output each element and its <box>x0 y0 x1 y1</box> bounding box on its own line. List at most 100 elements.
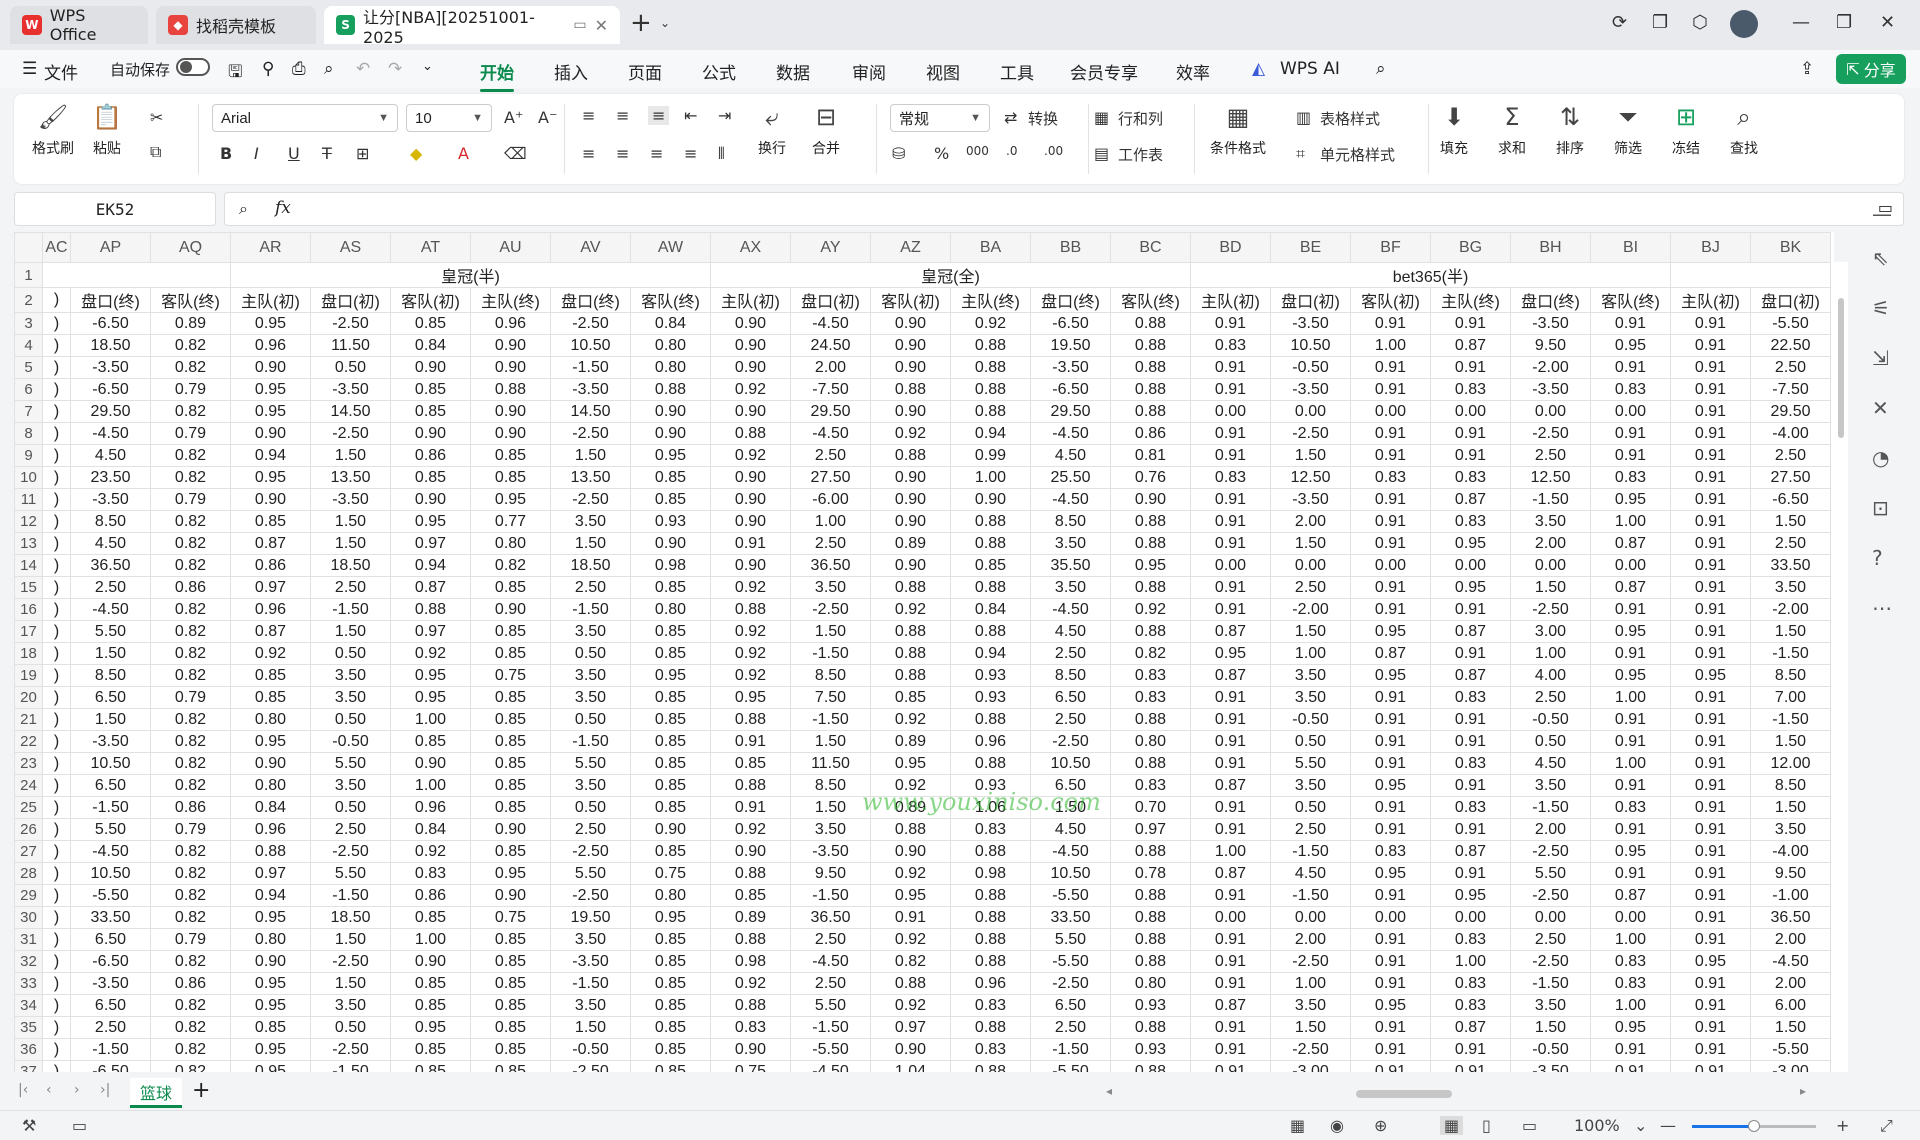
cell[interactable]: 0.80 <box>470 532 551 555</box>
cell[interactable]: 0.91 <box>1190 708 1271 731</box>
cell[interactable]: 2.50 <box>790 444 871 467</box>
cell[interactable]: 0.89 <box>150 312 231 335</box>
cell[interactable]: -2.50 <box>550 488 631 511</box>
cell[interactable]: 6.50 <box>70 774 151 797</box>
cell[interactable]: 0.88 <box>1110 620 1191 643</box>
cell[interactable]: 1.50 <box>1750 730 1831 753</box>
cell[interactable]: -3.50 <box>70 356 151 379</box>
column-header[interactable]: AU <box>470 232 551 263</box>
cell[interactable]: 3.50 <box>1270 774 1351 797</box>
cell[interactable]: 0.91 <box>1670 862 1751 885</box>
cell[interactable]: 0.88 <box>390 598 471 621</box>
cell[interactable]: 0.95 <box>230 400 311 423</box>
cell[interactable]: -1.50 <box>1270 884 1351 907</box>
cell[interactable]: 0.91 <box>1670 840 1751 863</box>
cell[interactable]: -4.00 <box>1750 422 1831 445</box>
cell[interactable]: 0.91 <box>1350 422 1431 445</box>
row-header[interactable]: 4 <box>14 334 43 357</box>
cell[interactable]: 0.84 <box>390 334 471 357</box>
cell[interactable]: 0.95 <box>1350 862 1431 885</box>
cell[interactable]: -3.50 <box>310 378 391 401</box>
row-header[interactable]: 34 <box>14 994 43 1017</box>
cell[interactable]: 0.91 <box>1190 532 1271 555</box>
cell[interactable]: -4.50 <box>70 598 151 621</box>
cell[interactable]: 0.96 <box>230 334 311 357</box>
cell[interactable]: 0.91 <box>1350 378 1431 401</box>
column-header[interactable]: AV <box>550 232 631 263</box>
cell[interactable]: -2.50 <box>550 422 631 445</box>
cell[interactable]: 0.88 <box>1110 334 1191 357</box>
cell[interactable]: 0.85 <box>470 642 551 665</box>
cell[interactable]: 0.91 <box>1350 356 1431 379</box>
cell[interactable]: ) <box>42 1060 71 1072</box>
cell[interactable]: -2.00 <box>1510 356 1591 379</box>
cell[interactable]: ) <box>42 312 71 335</box>
cell[interactable]: 5.50 <box>790 994 871 1017</box>
cell[interactable]: 7.50 <box>790 686 871 709</box>
group-header-cell[interactable]: 皇冠(全) <box>710 262 1191 288</box>
cell[interactable]: 0.88 <box>950 1016 1031 1039</box>
cell[interactable]: 1.00 <box>1590 752 1671 775</box>
cell[interactable]: 3.50 <box>1510 994 1591 1017</box>
cell[interactable]: 0.82 <box>150 708 231 731</box>
cell[interactable]: 1.50 <box>550 444 631 467</box>
row-header[interactable]: 13 <box>14 532 43 555</box>
cell[interactable]: 2.00 <box>1270 928 1351 951</box>
cell[interactable]: 0.91 <box>1670 532 1751 555</box>
cell[interactable]: 0.88 <box>710 928 791 951</box>
cell[interactable]: 0.89 <box>710 906 791 929</box>
cell[interactable]: ) <box>42 1038 71 1061</box>
decrease-font-icon[interactable]: A⁻ <box>538 108 557 127</box>
row-header[interactable]: 12 <box>14 510 43 533</box>
cell[interactable]: 0.85 <box>630 576 711 599</box>
cell[interactable]: 0.91 <box>1190 576 1271 599</box>
cell[interactable]: 0.88 <box>870 378 951 401</box>
cell[interactable]: 18.50 <box>550 554 631 577</box>
cell[interactable]: 19.50 <box>550 906 631 929</box>
cell[interactable]: 0.76 <box>1110 466 1191 489</box>
worksheet-icon[interactable]: ▤ <box>1094 144 1109 163</box>
cell[interactable]: 0.98 <box>630 554 711 577</box>
cell[interactable]: -1.50 <box>310 884 391 907</box>
search-icon[interactable]: ⌕ <box>1376 59 1386 79</box>
cell[interactable]: -3.50 <box>1510 312 1591 335</box>
cell[interactable]: 1.04 <box>870 1060 951 1072</box>
cell[interactable]: 2.50 <box>550 576 631 599</box>
cell[interactable]: 0.92 <box>710 576 791 599</box>
cell[interactable]: 0.95 <box>230 1060 311 1072</box>
cell[interactable]: 0.00 <box>1430 554 1511 577</box>
cell[interactable]: -2.50 <box>1270 950 1351 973</box>
cell[interactable]: 0.91 <box>1670 510 1751 533</box>
cell[interactable]: 6.50 <box>70 928 151 951</box>
percent-icon[interactable]: % <box>934 144 949 163</box>
cell[interactable]: 1.00 <box>790 510 871 533</box>
cell[interactable]: 10.50 <box>70 752 151 775</box>
cell[interactable]: -1.50 <box>1030 1038 1111 1061</box>
cell[interactable]: 0.91 <box>1350 730 1431 753</box>
convert-button[interactable]: 转换 <box>1028 108 1058 129</box>
sum-button[interactable]: Σ 求和 <box>1498 102 1526 158</box>
cell[interactable]: 0.85 <box>390 730 471 753</box>
cell[interactable]: 1.50 <box>1270 444 1351 467</box>
cell[interactable]: 0.83 <box>1430 928 1511 951</box>
cell[interactable]: 3.50 <box>790 576 871 599</box>
cell[interactable]: 1.50 <box>1510 1016 1591 1039</box>
cell[interactable]: 33.50 <box>70 906 151 929</box>
column-header[interactable]: AW <box>630 232 711 263</box>
cell[interactable]: -2.50 <box>1510 422 1591 445</box>
column-header[interactable]: BJ <box>1670 232 1751 263</box>
cell[interactable]: ) <box>42 620 71 643</box>
cell[interactable]: 2.00 <box>1510 818 1591 841</box>
sub-header-cell[interactable]: 客队(初) <box>1350 287 1431 313</box>
cond-format-button[interactable]: ▦ 条件格式 <box>1210 102 1266 158</box>
cell[interactable]: -3.50 <box>1270 378 1351 401</box>
cell[interactable]: 0.82 <box>150 884 231 907</box>
cell[interactable]: 0.91 <box>1590 708 1671 731</box>
cell[interactable]: 0.91 <box>1670 642 1751 665</box>
sub-header-cell[interactable]: 盘口(初) <box>790 287 871 313</box>
cell[interactable]: ) <box>42 708 71 731</box>
convert-icon[interactable]: ⇄ <box>1004 108 1017 127</box>
cell[interactable]: 0.87 <box>390 576 471 599</box>
cell[interactable]: ) <box>42 752 71 775</box>
cell[interactable]: 0.82 <box>150 356 231 379</box>
